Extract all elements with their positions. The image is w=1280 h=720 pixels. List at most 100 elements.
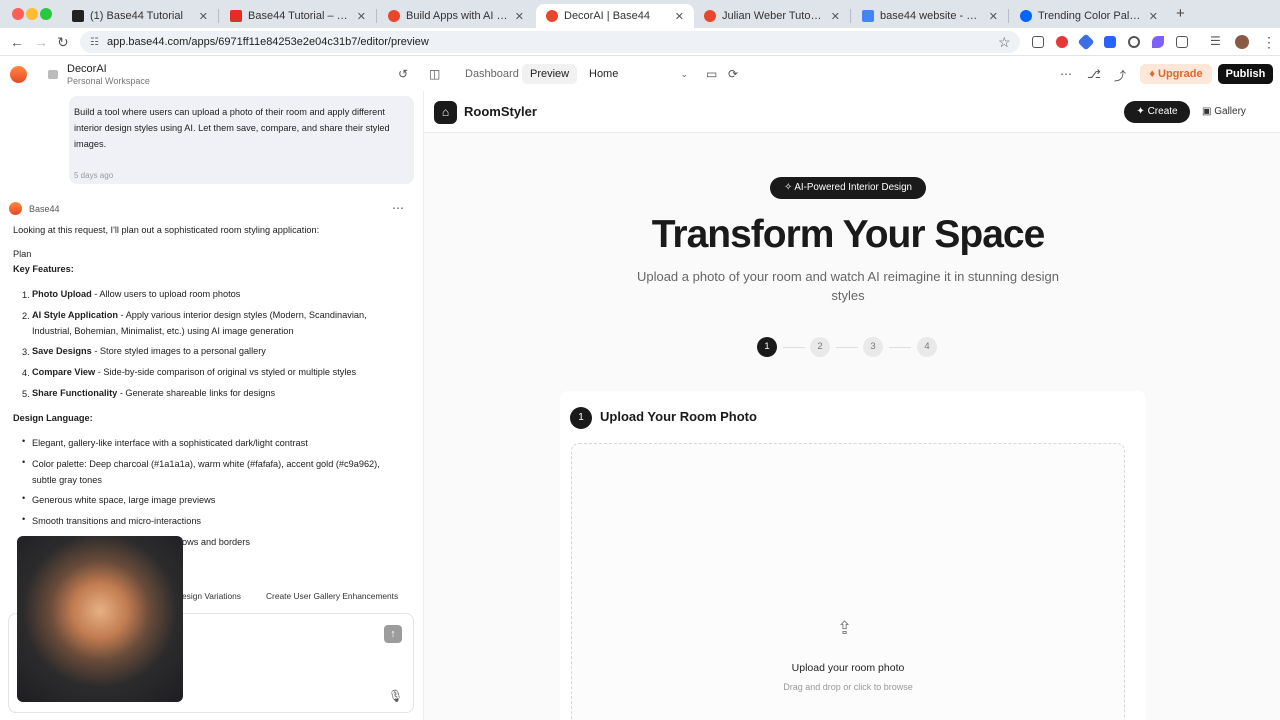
upload-dropzone[interactable]	[571, 443, 1125, 720]
microphone-icon[interactable]: 🎙	[388, 689, 403, 703]
gallery-label: Gallery	[1214, 106, 1246, 117]
bullet: •	[22, 514, 26, 524]
list-item: Generous white space, large image previe…	[32, 495, 216, 505]
close-window-icon[interactable]	[12, 8, 24, 20]
browser-tab[interactable]: Base44 Tutorial – How to build ✕	[220, 4, 376, 28]
bot-intro-text: Looking at this request, I'll plan out a…	[13, 225, 320, 235]
url-field[interactable]: ☷ app.base44.com/apps/6971ff11e84253e2e0…	[80, 31, 1020, 53]
device-preview-icon[interactable]: ▭	[706, 67, 717, 81]
home-icon[interactable]: ⌂	[434, 101, 457, 124]
upgrade-button[interactable]: ♦ Upgrade	[1140, 64, 1212, 84]
close-tab-icon[interactable]: ✕	[1149, 10, 1158, 23]
base44-favicon-icon	[388, 10, 400, 22]
extension-icon[interactable]	[1056, 36, 1068, 48]
address-bar: ← → ↻ ☷ app.base44.com/apps/6971ff11e842…	[0, 28, 1280, 56]
tab-label: Julian Weber Tutorials | Base44	[722, 10, 825, 22]
tab-search-icon[interactable]: ☰	[1210, 34, 1221, 48]
upload-subtitle: Drag and drop or click to browse	[783, 682, 913, 692]
browser-tab-active[interactable]: DecorAI | Base44 ✕	[536, 4, 694, 28]
suggestion-chip[interactable]: Create User Gallery Enhancements	[266, 591, 398, 601]
list-item: ows and borders	[182, 537, 250, 547]
gallery-link[interactable]: ▣ Gallery	[1202, 101, 1246, 123]
bookmark-star-icon[interactable]: ☆	[998, 34, 1011, 51]
back-arrow-icon[interactable]: ←	[10, 34, 24, 50]
extension-icon[interactable]	[1128, 36, 1140, 48]
browser-tab[interactable]: base44 website - Google Docs ✕	[852, 4, 1008, 28]
upload-title: Upload your room photo	[791, 662, 905, 674]
share-icon[interactable]: ⤴	[1114, 67, 1126, 84]
close-tab-icon[interactable]: ✕	[675, 10, 684, 23]
close-tab-icon[interactable]: ✕	[515, 10, 524, 23]
extension-icon[interactable]	[1104, 36, 1116, 48]
list-item-continuation: Industrial, Bohemian, Minimalist, etc.) …	[32, 326, 294, 336]
browser-menu-icon[interactable]: ⋮	[1262, 34, 1276, 51]
app-name[interactable]: DecorAI	[67, 63, 107, 75]
minimize-window-icon[interactable]	[26, 8, 38, 20]
history-icon[interactable]: ↺	[398, 67, 408, 81]
extension-icon[interactable]	[1152, 36, 1164, 48]
base44-favicon-icon	[704, 10, 716, 22]
design-language-heading: Design Language:	[13, 413, 93, 423]
create-label: Create	[1147, 106, 1178, 117]
tab-label: Base44 Tutorial – How to build	[248, 10, 351, 22]
bot-name: Base44	[29, 204, 60, 214]
coolors-favicon-icon	[1020, 10, 1032, 22]
browser-tab[interactable]: (1) Base44 Tutorial ✕	[62, 4, 218, 28]
step-connector	[836, 347, 858, 348]
tab-label: DecorAI | Base44	[564, 10, 651, 22]
maximize-window-icon[interactable]	[40, 8, 52, 20]
tab-label: Build Apps with AI in Minutes	[406, 10, 509, 22]
tab-label: Trending Color Palettes - Coolors	[1038, 10, 1143, 22]
browser-tab[interactable]: Trending Color Palettes - Coolors ✕	[1010, 4, 1168, 28]
extension-icon[interactable]	[1032, 36, 1044, 48]
step-connector	[783, 347, 805, 348]
base44-favicon-icon	[546, 10, 558, 22]
suggestion-chip[interactable]: esign Variations	[182, 591, 241, 601]
tab-dashboard[interactable]: Dashboard	[457, 64, 527, 84]
chevron-down-icon: ⌄	[680, 69, 688, 79]
bullet: •	[22, 493, 26, 503]
close-tab-icon[interactable]: ✕	[357, 10, 366, 23]
webcam-overlay	[17, 536, 183, 702]
reload-icon[interactable]: ↻	[57, 34, 69, 51]
list-item: Compare View - Side-by-side comparison o…	[32, 367, 357, 377]
browser-tab[interactable]: Julian Weber Tutorials | Base44 ✕	[694, 4, 850, 28]
github-icon[interactable]: ⎇	[1087, 67, 1101, 81]
send-arrow-icon[interactable]: ↑	[384, 625, 402, 643]
hero-title: Transform Your Space	[651, 213, 1046, 256]
create-button[interactable]: ✦ Create	[1124, 101, 1190, 123]
browser-tab-bar: (1) Base44 Tutorial ✕ Base44 Tutorial – …	[0, 0, 1280, 28]
page-selector[interactable]: Home ⌄	[584, 64, 692, 84]
list-item: Share Functionality - Generate shareable…	[32, 388, 276, 398]
refresh-icon[interactable]: ⟳	[728, 67, 738, 81]
browser-tab[interactable]: Build Apps with AI in Minutes ✕	[378, 4, 534, 28]
message-more-icon[interactable]: ⋯	[392, 201, 404, 215]
close-tab-icon[interactable]: ✕	[989, 10, 998, 23]
step-indicator: 3	[863, 337, 883, 357]
preview-navbar: ⌂ RoomStyler ✦ Create ▣ Gallery	[424, 91, 1280, 133]
extensions-puzzle-icon[interactable]	[1176, 36, 1188, 48]
new-tab-button[interactable]: +	[1176, 5, 1185, 22]
key-features-heading: Key Features:	[13, 264, 74, 274]
brand-name[interactable]: RoomStyler	[464, 104, 537, 119]
more-options-icon[interactable]: ⋯	[1060, 67, 1072, 81]
step-connector	[889, 347, 911, 348]
list-number: 4.	[22, 368, 30, 378]
favicon-icon	[72, 10, 84, 22]
forward-arrow-icon[interactable]: →	[34, 34, 48, 50]
tab-preview[interactable]: Preview	[522, 64, 578, 84]
extension-icon[interactable]	[1077, 33, 1095, 51]
close-tab-icon[interactable]: ✕	[199, 10, 208, 23]
page-selector-value: Home	[589, 68, 619, 80]
base44-logo[interactable]	[10, 66, 27, 83]
tab-label: (1) Base44 Tutorial	[90, 10, 183, 22]
badge-label: AI-Powered Interior Design	[794, 182, 912, 193]
sidebar-toggle-icon[interactable]: ◫	[429, 67, 440, 81]
site-settings-icon[interactable]: ☷	[90, 37, 99, 48]
close-tab-icon[interactable]: ✕	[831, 10, 840, 23]
publish-button[interactable]: Publish	[1218, 64, 1273, 84]
workspace-icon	[48, 70, 58, 79]
upload-icon: ⇪	[837, 618, 853, 638]
profile-avatar[interactable]	[1235, 35, 1249, 49]
card-title: Upload Your Room Photo	[600, 409, 757, 424]
